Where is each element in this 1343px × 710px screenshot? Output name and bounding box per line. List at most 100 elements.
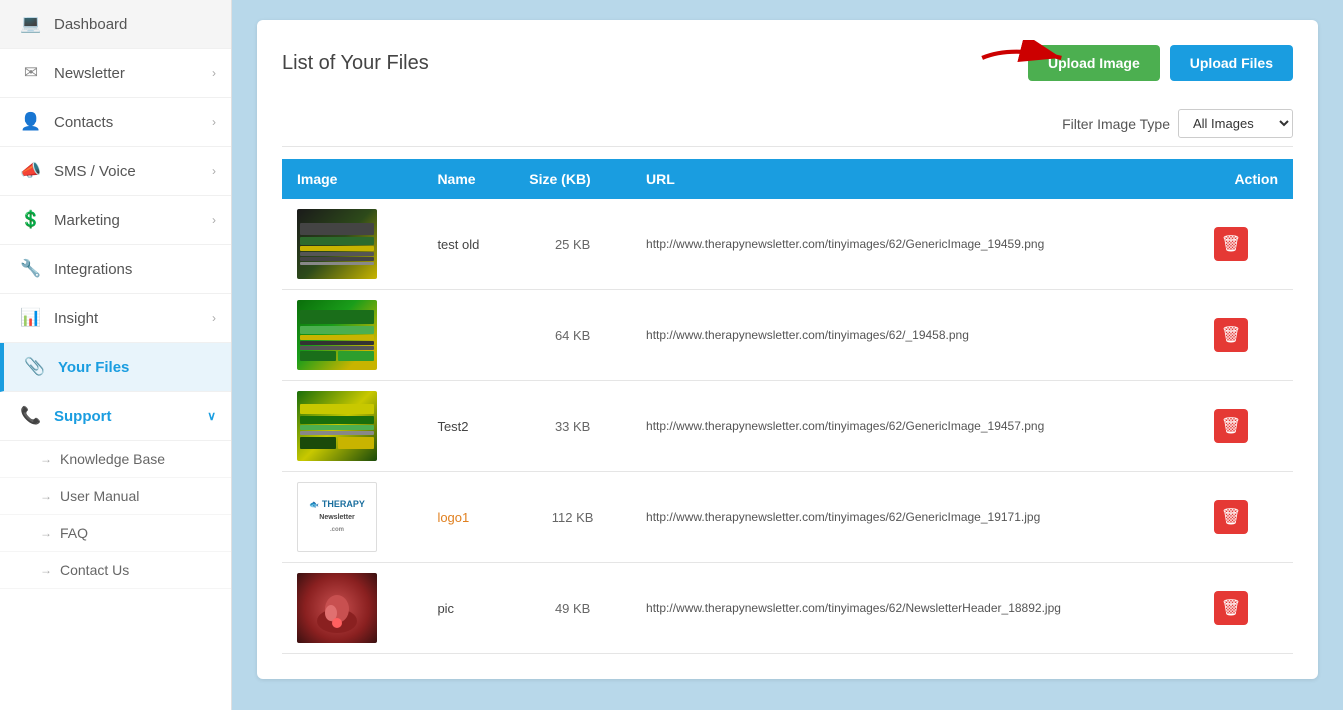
dashboard-icon: 💻: [20, 14, 42, 34]
delete-button[interactable]: 🗑: [1214, 318, 1248, 352]
sidebar-item-label: Newsletter: [54, 65, 125, 82]
table-body: test old25 KBhttp://www.therapynewslette…: [282, 199, 1293, 654]
delete-button[interactable]: 🗑: [1214, 500, 1248, 534]
delete-button[interactable]: 🗑: [1214, 227, 1248, 261]
arrow-icon: →: [40, 526, 52, 540]
size-cell: 33 KB: [514, 381, 631, 472]
sidebar-item-sms-voice[interactable]: 📣 SMS / Voice ›: [0, 147, 231, 196]
name-cell: test old: [422, 199, 514, 290]
sidebar-item-integrations[interactable]: 🔧 Integrations: [0, 245, 231, 294]
filter-label: Filter Image Type: [1062, 116, 1170, 132]
image-cell: [282, 290, 422, 381]
integrations-icon: 🔧: [20, 259, 42, 279]
arrow-icon: →: [40, 563, 52, 577]
sidebar-item-label: Contacts: [54, 114, 113, 131]
content-card: List of Your Files Upload Image Upload F…: [257, 20, 1318, 679]
image-thumbnail: [297, 391, 377, 461]
image-cell: [282, 563, 422, 654]
sidebar-item-user-manual[interactable]: → User Manual: [0, 478, 231, 515]
table-row: 64 KBhttp://www.therapynewsletter.com/ti…: [282, 290, 1293, 381]
table-row: pic49 KBhttp://www.therapynewsletter.com…: [282, 563, 1293, 654]
header-buttons: Upload Image Upload Files: [1028, 45, 1293, 81]
sub-item-label: User Manual: [60, 488, 139, 504]
image-thumbnail: 🐟 THERAPYNewsletter.com: [297, 482, 377, 552]
action-cell: 🗑: [1199, 290, 1293, 381]
newsletter-preview: [297, 401, 377, 452]
delete-button[interactable]: 🗑: [1214, 591, 1248, 625]
name-cell: Test2: [422, 381, 514, 472]
image-cell: 🐟 THERAPYNewsletter.com: [282, 472, 422, 563]
col-name: Name: [422, 159, 514, 199]
url-cell: http://www.therapynewsletter.com/tinyima…: [631, 290, 1199, 381]
sidebar-item-dashboard[interactable]: 💻 Dashboard: [0, 0, 231, 49]
header-row: List of Your Files Upload Image Upload F…: [282, 45, 1293, 81]
sidebar-item-marketing[interactable]: 💲 Marketing ›: [0, 196, 231, 245]
sidebar-item-knowledge-base[interactable]: → Knowledge Base: [0, 441, 231, 478]
size-cell: 112 KB: [514, 472, 631, 563]
sub-item-label: Knowledge Base: [60, 451, 165, 467]
sidebar-item-contacts[interactable]: 👤 Contacts ›: [0, 98, 231, 147]
sub-item-label: FAQ: [60, 525, 88, 541]
newsletter-preview: [297, 220, 377, 268]
main-content: List of Your Files Upload Image Upload F…: [232, 0, 1343, 710]
sidebar-item-label: SMS / Voice: [54, 163, 136, 180]
table-header: Image Name Size (KB) URL Action: [282, 159, 1293, 199]
image-thumbnail: [297, 573, 377, 643]
col-size: Size (KB): [514, 159, 631, 199]
chevron-right-icon: ›: [212, 66, 216, 80]
filter-row: Filter Image Type All Images Images Only…: [282, 101, 1293, 147]
insight-icon: 📊: [20, 308, 42, 328]
sidebar-item-label: Support: [54, 408, 112, 425]
sidebar-item-label: Your Files: [58, 359, 129, 376]
size-cell: 49 KB: [514, 563, 631, 654]
file-table: Image Name Size (KB) URL Action test old…: [282, 159, 1293, 654]
sidebar: 💻 Dashboard ✉ Newsletter › 👤 Contacts › …: [0, 0, 232, 710]
sidebar-item-label: Marketing: [54, 212, 120, 229]
sub-item-label: Contact Us: [60, 562, 129, 578]
delete-button[interactable]: 🗑: [1214, 409, 1248, 443]
sidebar-item-faq[interactable]: → FAQ: [0, 515, 231, 552]
sidebar-item-label: Insight: [54, 310, 98, 327]
logo-image: 🐟 THERAPYNewsletter.com: [309, 499, 365, 535]
url-cell: http://www.therapynewsletter.com/tinyima…: [631, 199, 1199, 290]
image-cell: [282, 199, 422, 290]
sidebar-item-support[interactable]: 📞 Support ∨: [0, 392, 231, 441]
upload-files-button[interactable]: Upload Files: [1170, 45, 1293, 81]
chevron-right-icon: ›: [212, 213, 216, 227]
sidebar-item-newsletter[interactable]: ✉ Newsletter ›: [0, 49, 231, 98]
filter-select[interactable]: All Images Images Only Files Only: [1178, 109, 1293, 138]
url-cell: http://www.therapynewsletter.com/tinyima…: [631, 381, 1199, 472]
image-thumbnail: [297, 300, 377, 370]
newsletter-preview: [297, 307, 377, 364]
action-cell: 🗑: [1199, 381, 1293, 472]
sidebar-item-contact-us[interactable]: → Contact Us: [0, 552, 231, 589]
table-row: 🐟 THERAPYNewsletter.com logo1112 KBhttp:/…: [282, 472, 1293, 563]
sidebar-item-your-files[interactable]: 📎 Your Files: [0, 343, 231, 392]
sms-icon: 📣: [20, 161, 42, 181]
page-title: List of Your Files: [282, 52, 429, 75]
col-url: URL: [631, 159, 1199, 199]
arrow-icon: →: [40, 452, 52, 466]
sidebar-item-label: Integrations: [54, 261, 132, 278]
name-cell: pic: [422, 563, 514, 654]
url-cell: http://www.therapynewsletter.com/tinyima…: [631, 563, 1199, 654]
arrow-icon: →: [40, 489, 52, 503]
action-cell: 🗑: [1199, 199, 1293, 290]
files-icon: 📎: [24, 357, 46, 377]
name-cell: logo1: [422, 472, 514, 563]
sidebar-item-insight[interactable]: 📊 Insight ›: [0, 294, 231, 343]
pic-preview: [297, 573, 377, 643]
url-cell: http://www.therapynewsletter.com/tinyima…: [631, 472, 1199, 563]
red-arrow-decoration: [978, 40, 1078, 80]
col-action: Action: [1199, 159, 1293, 199]
chevron-right-icon: ›: [212, 115, 216, 129]
chevron-right-icon: ›: [212, 311, 216, 325]
action-cell: 🗑: [1199, 472, 1293, 563]
size-cell: 25 KB: [514, 199, 631, 290]
size-cell: 64 KB: [514, 290, 631, 381]
chevron-down-icon: ∨: [207, 409, 216, 423]
sidebar-item-label: Dashboard: [54, 16, 127, 33]
table-row: test old25 KBhttp://www.therapynewslette…: [282, 199, 1293, 290]
marketing-icon: 💲: [20, 210, 42, 230]
image-thumbnail: [297, 209, 377, 279]
